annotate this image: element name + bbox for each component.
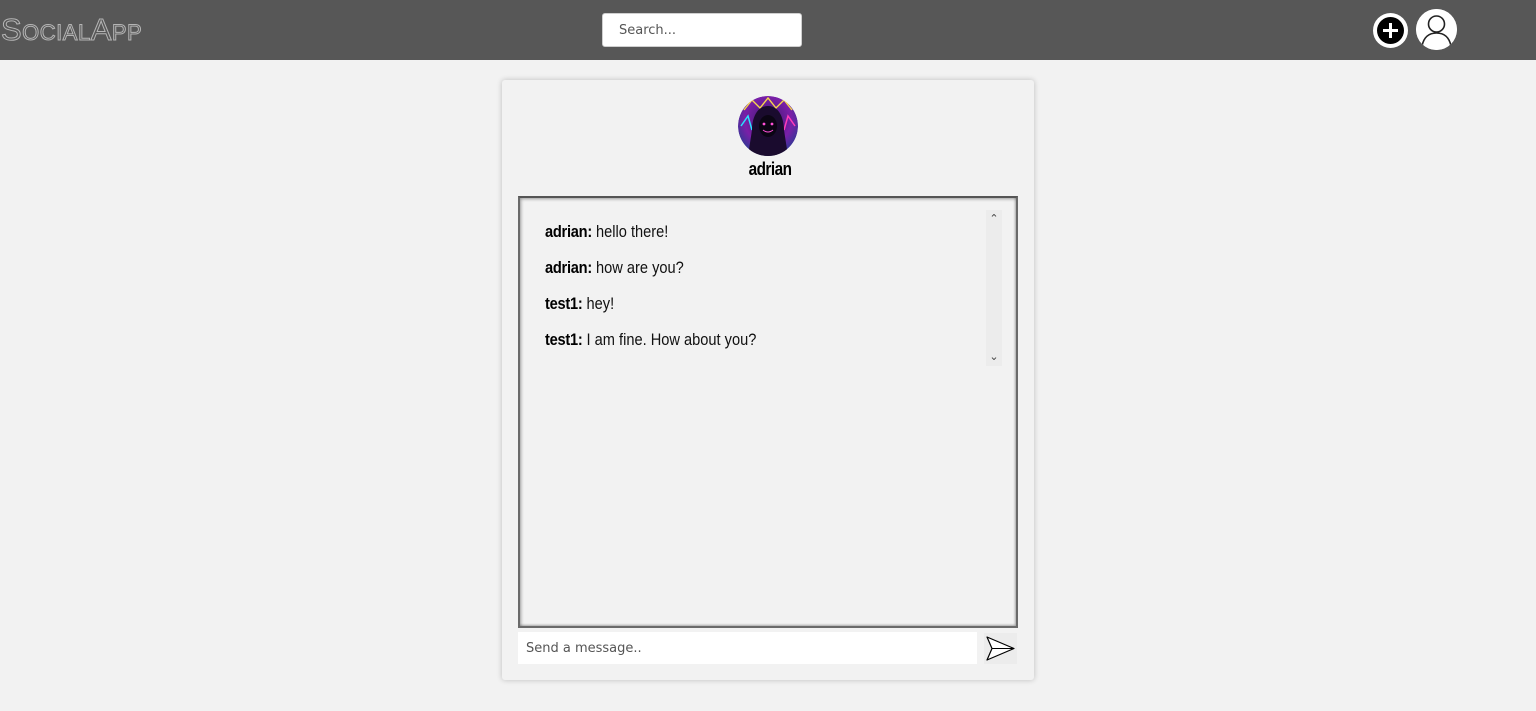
message-sender: adrian:	[545, 258, 592, 277]
message-sender: test1:	[545, 294, 583, 313]
message-item: test1: I am fine. How about you?	[545, 330, 923, 366]
message-input[interactable]	[518, 632, 977, 664]
message-item: adrian: how are you?	[545, 258, 923, 294]
message-text: hello there!	[596, 222, 669, 241]
search-input[interactable]	[602, 13, 802, 47]
message-item: adrian: hello there!	[545, 222, 923, 258]
plus-circle-icon	[1373, 13, 1408, 48]
send-button[interactable]	[984, 633, 1017, 664]
hooded-figure-avatar-icon	[738, 96, 798, 156]
message-item: test1: hey!	[545, 294, 923, 330]
add-post-button[interactable]	[1373, 13, 1408, 48]
send-arrow-icon	[986, 636, 1015, 661]
scroll-down-arrow-icon[interactable]: ⌄	[986, 350, 1002, 364]
chat-user-avatar[interactable]	[738, 96, 798, 156]
message-panel: adrian: hello there! adrian: how are you…	[518, 196, 1018, 628]
scroll-up-arrow-icon[interactable]: ⌃	[986, 212, 1002, 226]
app-logo[interactable]: SocialApp	[0, 10, 142, 50]
message-sender: test1:	[545, 330, 583, 349]
message-text: I am fine. How about you?	[586, 330, 757, 349]
message-sender: adrian:	[545, 222, 592, 241]
message-text: hey!	[586, 294, 615, 313]
message-scrollbar[interactable]: ⌃ ⌄	[986, 210, 1002, 366]
top-navbar: SocialApp	[0, 0, 1536, 60]
message-text: how are you?	[596, 258, 684, 277]
profile-button[interactable]	[1416, 9, 1457, 50]
chat-card: adrian adrian: hello there! adrian: how …	[502, 80, 1034, 680]
user-avatar-icon	[1416, 9, 1457, 50]
message-list: adrian: hello there! adrian: how are you…	[545, 222, 985, 366]
chat-username: adrian	[748, 159, 792, 179]
